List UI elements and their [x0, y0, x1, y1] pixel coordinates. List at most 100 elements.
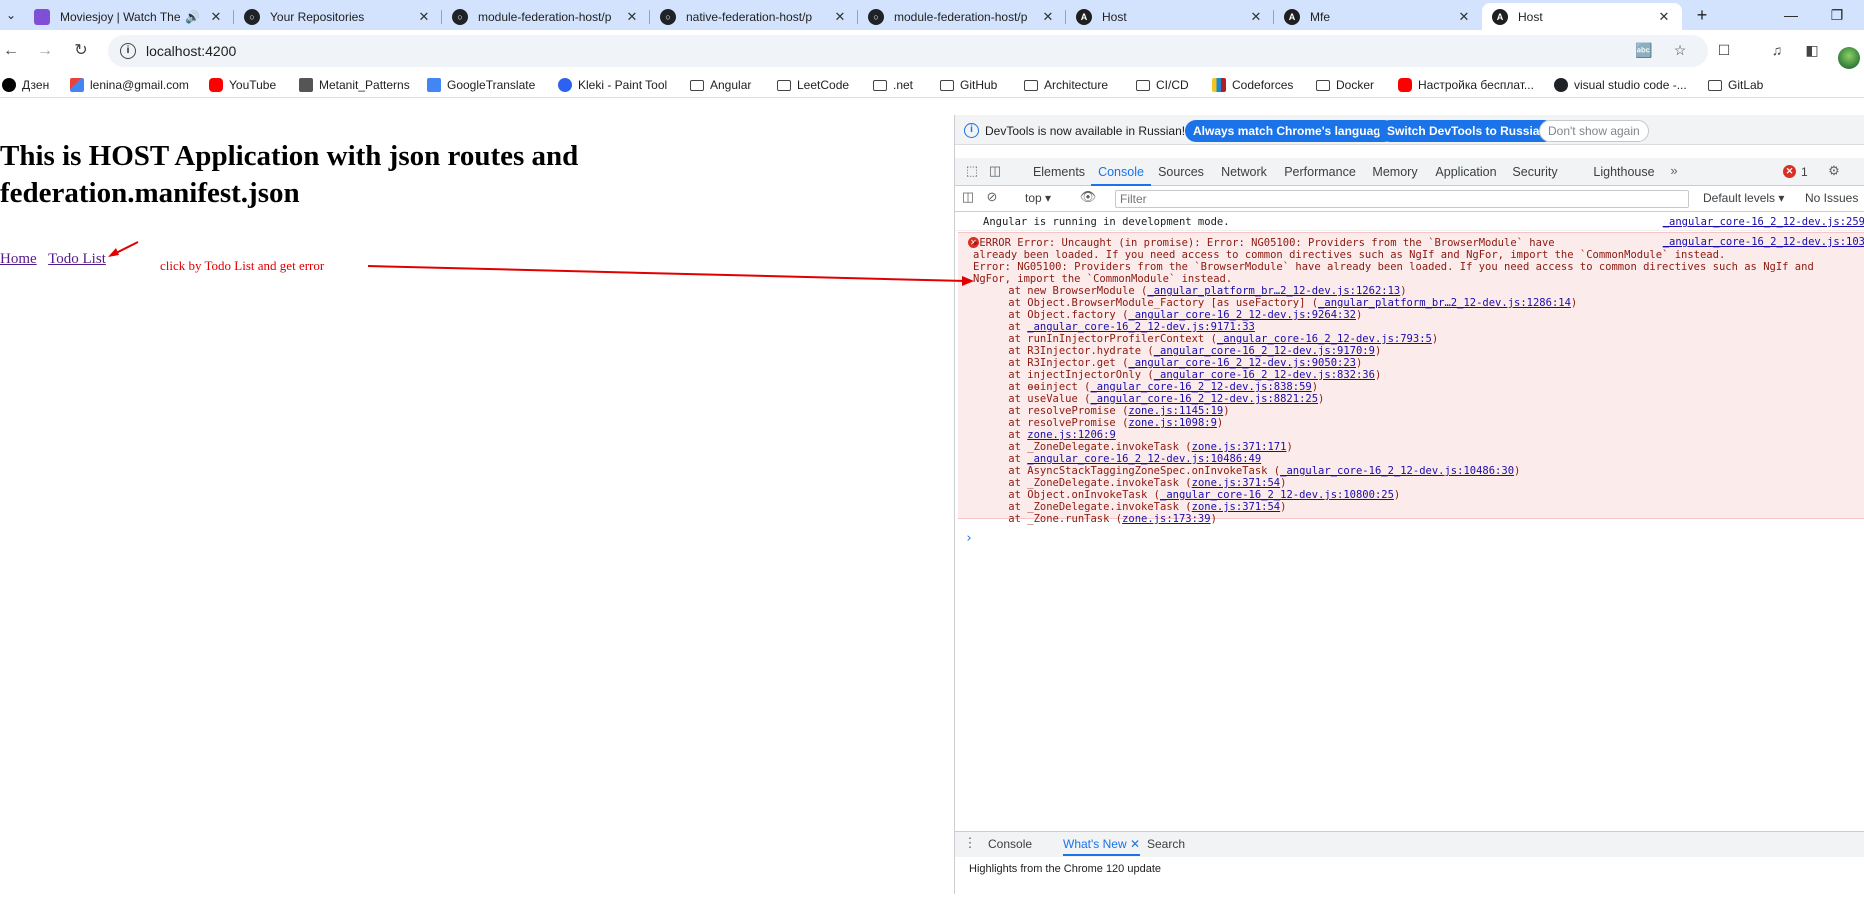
stack-frame-link[interactable]: _angular_platform_br…2_12-dev.js:1262:13	[1147, 285, 1400, 297]
tab-sources[interactable]: Sources	[1151, 158, 1211, 186]
extensions-icon[interactable]: ☐	[1714, 42, 1734, 62]
forward-arrow-icon[interactable]: →	[34, 40, 56, 62]
close-tab-icon[interactable]: ✕	[416, 9, 432, 25]
browser-tab[interactable]: ○ native-federation-host/p ✕	[650, 3, 858, 30]
bookmark-folder[interactable]: GitHub	[940, 76, 997, 94]
bookmark-item[interactable]: Kleki - Paint Tool	[558, 76, 667, 94]
stack-frame-link[interactable]: _angular_core-16_2_12-dev.js:9171:33	[1027, 321, 1255, 333]
context-selector[interactable]: top ▾	[1025, 191, 1051, 205]
tab-lighthouse[interactable]: Lighthouse	[1587, 158, 1661, 186]
close-tab-icon[interactable]: ✕	[1656, 9, 1672, 25]
site-info-icon[interactable]: i	[120, 43, 136, 59]
bookmark-item[interactable]: YouTube	[209, 76, 276, 94]
translate-icon[interactable]: 🔤	[1635, 42, 1653, 60]
stack-frame-link[interactable]: _angular_core-16_2_12-dev.js:9050:23	[1128, 357, 1356, 369]
close-tab-icon[interactable]: ✕	[208, 9, 224, 25]
tab-console[interactable]: Console	[1091, 158, 1151, 186]
stack-frame-link[interactable]: _angular_core-16_2_12-dev.js:10486:30	[1280, 465, 1514, 477]
tab-security[interactable]: Security	[1505, 158, 1565, 186]
drawer-tab-console[interactable]: Console	[988, 832, 1032, 856]
browser-tab[interactable]: A Host ✕	[1066, 3, 1274, 30]
address-bar[interactable]: i localhost:4200 🔤 ☆	[108, 35, 1708, 67]
media-controls-icon[interactable]: ♫	[1767, 42, 1787, 62]
live-expression-eye-icon[interactable]: 👁	[1079, 189, 1097, 207]
sidebar-toggle-icon[interactable]: ◫	[959, 189, 977, 207]
more-tabs-chevron-icon[interactable]: »	[1665, 163, 1683, 181]
minimize-icon[interactable]: —	[1768, 0, 1814, 30]
bookmark-item[interactable]: Настройка бесплат...	[1398, 76, 1534, 94]
bookmark-item[interactable]: Metanit_Patterns	[299, 76, 410, 94]
close-tab-icon[interactable]: ✕	[832, 9, 848, 25]
stack-frame-link[interactable]: _angular_core-16_2_12-dev.js:9264:32	[1128, 309, 1356, 321]
switch-to-russian-button[interactable]: Switch DevTools to Russian	[1379, 120, 1555, 142]
browser-tab[interactable]: A Mfe ✕	[1274, 3, 1482, 30]
bookmark-star-icon[interactable]: ☆	[1671, 42, 1689, 60]
browser-tab[interactable]: Moviesjoy | Watch The 🔊 ✕	[24, 3, 234, 30]
speaker-icon[interactable]: 🔊	[185, 10, 200, 24]
log-source-link[interactable]: _angular_core-16_2_12-dev.js:259	[1663, 216, 1864, 228]
tab-performance[interactable]: Performance	[1277, 158, 1363, 186]
bookmark-item[interactable]: Codeforces	[1212, 76, 1293, 94]
close-tab-icon[interactable]: ✕	[1040, 9, 1056, 25]
stack-frame-link[interactable]: _angular_core-16_2_12-dev.js:793:5	[1217, 333, 1432, 345]
stack-frame-link[interactable]: zone.js:1206:9	[1027, 429, 1116, 441]
stack-frame-link[interactable]: zone.js:371:171	[1192, 441, 1287, 453]
settings-gear-icon[interactable]: ⚙	[1825, 163, 1843, 181]
stack-frame-link[interactable]: zone.js:371:54	[1192, 477, 1281, 489]
dont-show-again-button[interactable]: Don't show again	[1539, 120, 1649, 142]
drawer-tab-whats-new[interactable]: What's New ✕	[1063, 832, 1141, 856]
back-arrow-icon[interactable]: ←	[0, 40, 22, 62]
inspect-element-icon[interactable]: ⬚	[963, 163, 981, 181]
log-levels-dropdown[interactable]: Default levels ▾	[1703, 191, 1784, 205]
bookmark-item[interactable]: lenina@gmail.com	[70, 76, 189, 94]
new-tab-plus-icon[interactable]: +	[1690, 4, 1714, 26]
clear-console-icon[interactable]: ⊘	[983, 189, 1001, 207]
bookmark-folder[interactable]: CI/CD	[1136, 76, 1189, 94]
stack-frame-link[interactable]: _angular_core-16_2_12-dev.js:832:36	[1154, 369, 1375, 381]
bookmark-folder[interactable]: Architecture	[1024, 76, 1108, 94]
bookmark-item[interactable]: Дзен	[2, 76, 49, 94]
bookmark-folder[interactable]: .net	[873, 76, 913, 94]
tab-memory[interactable]: Memory	[1363, 158, 1427, 186]
bookmark-folder[interactable]: LeetCode	[777, 76, 849, 94]
always-match-language-button[interactable]: Always match Chrome's language	[1185, 120, 1396, 142]
issues-counter[interactable]: No Issues	[1805, 191, 1858, 205]
browser-tab[interactable]: ○ Your Repositories ✕	[234, 3, 442, 30]
close-tab-icon[interactable]: ✕	[624, 9, 640, 25]
console-prompt-chevron-icon[interactable]: ›	[965, 531, 973, 546]
side-panel-icon[interactable]: ◧	[1802, 42, 1822, 62]
restore-icon[interactable]: ❐	[1814, 0, 1860, 30]
close-tab-icon[interactable]: ✕	[1248, 9, 1264, 25]
tab-network[interactable]: Network	[1211, 158, 1277, 186]
bookmark-item[interactable]: GoogleTranslate	[427, 76, 535, 94]
stack-frame-link[interactable]: _angular_core-16_2_12-dev.js:9170:9	[1154, 345, 1375, 357]
stack-frame-link[interactable]: _angular_core-16_2_12-dev.js:838:59	[1090, 381, 1311, 393]
browser-tab-active[interactable]: A Host ✕	[1482, 3, 1682, 30]
console-filter-input[interactable]	[1115, 190, 1689, 208]
close-drawer-tab-icon[interactable]: ✕	[1130, 837, 1140, 851]
device-toolbar-icon[interactable]: ◫	[986, 163, 1004, 181]
stack-frame-link[interactable]: zone.js:371:54	[1192, 501, 1281, 513]
error-source-link[interactable]: _angular_core-16_2_12-dev.js:103	[1663, 236, 1864, 248]
profile-avatar[interactable]	[1838, 47, 1860, 69]
bookmark-folder[interactable]: GitLab	[1708, 76, 1763, 94]
todo-list-link[interactable]: Todo List	[48, 251, 106, 267]
stack-frame-link[interactable]: zone.js:1145:19	[1128, 405, 1223, 417]
error-count-icon[interactable]: ✕	[1783, 165, 1796, 178]
reload-icon[interactable]: ↻	[70, 40, 92, 62]
stack-frame-link[interactable]: _angular_core-16_2_12-dev.js:8821:25	[1090, 393, 1318, 405]
close-tab-icon[interactable]: ✕	[1456, 9, 1472, 25]
stack-frame-link[interactable]: _angular_core-16_2_12-dev.js:10486:49	[1027, 453, 1261, 465]
browser-tab[interactable]: ○ module-federation-host/p ✕	[858, 3, 1066, 30]
tab-search-chevron-icon[interactable]: ⌄	[0, 4, 22, 26]
url-text[interactable]: localhost:4200	[146, 43, 236, 59]
stack-frame-link[interactable]: _angular_platform_br…2_12-dev.js:1286:14	[1318, 297, 1571, 309]
stack-frame-link[interactable]: _angular_core-16_2_12-dev.js:10800:25	[1160, 489, 1394, 501]
bookmark-folder[interactable]: Angular	[690, 76, 751, 94]
stack-frame-link[interactable]: zone.js:173:39	[1122, 513, 1211, 525]
bookmark-item[interactable]: visual studio code -...	[1554, 76, 1687, 94]
tab-elements[interactable]: Elements	[1027, 158, 1091, 186]
stack-frame-link[interactable]: zone.js:1098:9	[1128, 417, 1217, 429]
drawer-menu-icon[interactable]: ⋮	[961, 835, 979, 853]
drawer-tab-search[interactable]: Search	[1147, 832, 1185, 856]
